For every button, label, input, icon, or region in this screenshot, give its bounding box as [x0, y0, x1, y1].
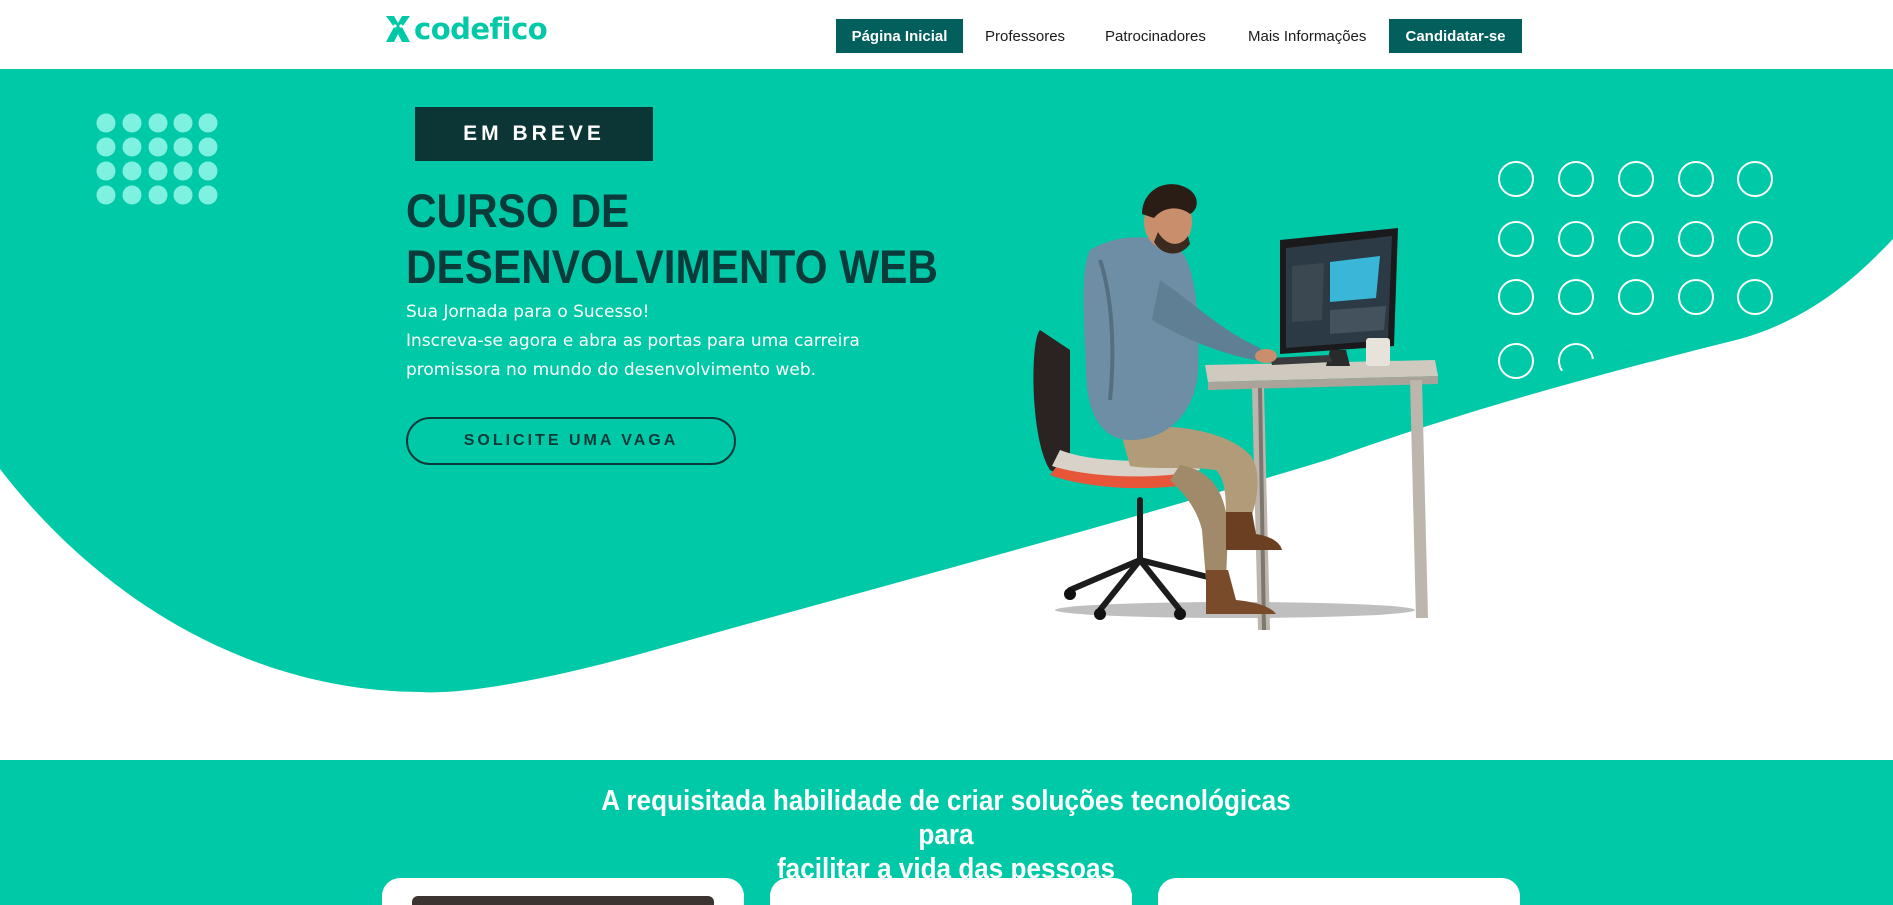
feature-section: A requisitada habilidade de criar soluçõ… [0, 760, 1893, 905]
decorative-dots-solid [96, 113, 218, 205]
nav-item-sponsors[interactable]: Patrocinadores [1105, 19, 1206, 53]
hero-title: CURSO DE DESENVOLVIMENTO WEB [406, 183, 964, 295]
coming-soon-badge: EM BREVE [415, 107, 653, 161]
hero-subtitle: Sua Jornada para o Sucesso! Inscreva-se … [406, 298, 886, 385]
hero-title-line: DESENVOLVIMENTO WEB [406, 240, 938, 293]
feature-card[interactable] [1158, 878, 1520, 905]
nav-item-home[interactable]: Página Inicial [836, 19, 963, 53]
hero-title-line: CURSO DE [406, 184, 630, 237]
apply-button[interactable]: Candidatar-se [1389, 19, 1522, 53]
feature-card-image [412, 896, 714, 905]
feature-title-line: A requisitada habilidade de criar soluçõ… [601, 785, 1291, 851]
nav-item-more-info[interactable]: Mais Informações [1248, 19, 1366, 53]
logo[interactable]: codefico [384, 12, 548, 46]
nav-item-teachers[interactable]: Professores [985, 19, 1065, 53]
hero-subtitle-line: Inscreva-se agora e abra as portas para … [406, 331, 860, 351]
hero-subtitle-line: promissora no mundo do desenvolvimento w… [406, 360, 817, 380]
logo-icon [386, 16, 410, 42]
top-navbar: codefico Página Inicial Professores Patr… [0, 0, 1893, 69]
feature-title: A requisitada habilidade de criar soluçõ… [586, 784, 1306, 886]
request-spot-button[interactable]: SOLICITE UMA VAGA [406, 417, 736, 465]
logo-text: codefico [414, 12, 548, 46]
feature-card[interactable] [770, 878, 1132, 905]
developer-at-computer-illustration [1033, 184, 1438, 630]
decorative-dots-outline [1498, 161, 1773, 379]
feature-card[interactable] [382, 878, 744, 905]
hero-subtitle-line: Sua Jornada para o Sucesso! [406, 302, 650, 322]
